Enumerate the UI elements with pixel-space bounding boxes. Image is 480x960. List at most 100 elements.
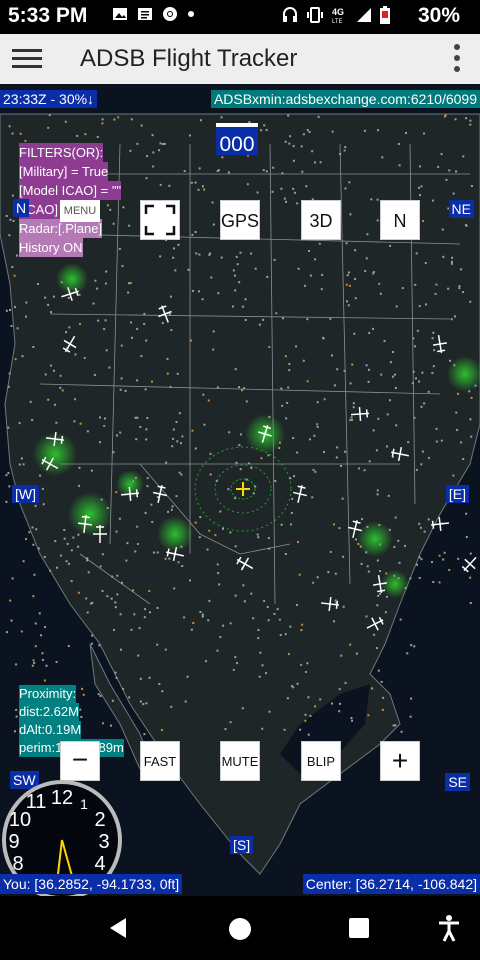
history-dot — [241, 305, 244, 308]
home-icon[interactable] — [228, 917, 252, 941]
history-dot — [172, 428, 175, 431]
history-dot — [285, 417, 288, 420]
history-dot — [387, 494, 390, 497]
history-dot — [470, 185, 473, 188]
menu-button[interactable]: MENU — [60, 200, 100, 222]
history-dot — [351, 419, 354, 422]
history-dot — [296, 451, 299, 454]
history-dot — [45, 664, 48, 667]
history-dot — [469, 300, 472, 303]
history-dot — [342, 555, 345, 558]
history-dot — [241, 707, 244, 710]
history-dot — [381, 156, 384, 159]
history-dot — [410, 697, 413, 700]
history-dot — [52, 295, 55, 298]
blip-button[interactable]: BLIP — [301, 741, 341, 781]
history-dot — [379, 592, 382, 595]
history-dot — [31, 664, 34, 667]
history-dot — [355, 652, 358, 655]
history-dot — [350, 416, 353, 419]
history-dot — [288, 369, 291, 372]
history-dot — [336, 446, 339, 449]
history-dot — [47, 126, 50, 129]
history-dot — [451, 256, 454, 259]
history-dot — [415, 252, 418, 255]
history-dot — [431, 199, 434, 202]
history-dot — [349, 643, 352, 646]
history-dot — [465, 117, 468, 120]
history-dot — [243, 600, 246, 603]
history-dot — [268, 345, 271, 348]
history-dot — [343, 149, 346, 152]
history-dot — [84, 133, 87, 136]
history-dot — [287, 114, 290, 117]
back-icon[interactable] — [106, 916, 130, 940]
history-dot — [432, 331, 435, 334]
history-dot — [150, 503, 153, 506]
history-dot — [309, 714, 312, 717]
system-icons: 4G LTE — [282, 6, 390, 24]
history-dot — [144, 511, 147, 514]
history-dot — [308, 438, 311, 441]
history-dot — [5, 474, 8, 477]
accessibility-icon[interactable] — [436, 914, 462, 942]
history-dot — [304, 719, 307, 722]
history-dot — [22, 560, 25, 563]
history-dot — [143, 322, 146, 325]
history-dot — [8, 234, 11, 237]
history-dot — [322, 337, 325, 340]
history-dot — [33, 661, 36, 664]
history-dot — [232, 668, 235, 671]
mute-button[interactable]: MUTE — [220, 741, 260, 781]
history-dot — [347, 271, 350, 274]
history-dot — [250, 592, 253, 595]
overflow-menu-icon[interactable] — [454, 44, 462, 74]
history-dot — [50, 311, 53, 314]
history-dot — [234, 545, 237, 548]
3d-button[interactable]: 3D — [301, 200, 341, 240]
north-button[interactable]: N — [380, 200, 420, 240]
history-dot — [145, 702, 148, 705]
history-dot — [385, 595, 388, 598]
history-dot — [304, 713, 307, 716]
history-dot — [377, 594, 380, 597]
compass-e: [E] — [445, 485, 469, 503]
zoom-out-button[interactable]: − — [60, 741, 100, 781]
history-dot — [392, 375, 395, 378]
history-dot — [406, 652, 409, 655]
history-dot — [330, 702, 333, 705]
vibrate-icon — [307, 7, 323, 23]
gps-button[interactable]: GPS — [220, 200, 260, 240]
fullscreen-button[interactable] — [140, 200, 180, 240]
history-dot — [86, 559, 89, 562]
history-dot — [261, 664, 264, 667]
history-dot — [289, 523, 292, 526]
history-dot — [456, 392, 459, 395]
recents-icon[interactable] — [348, 917, 370, 939]
history-dot — [163, 142, 166, 145]
history-dot — [415, 468, 418, 471]
proximity-line: Proximity: — [19, 685, 77, 703]
fast-button[interactable]: FAST — [140, 741, 180, 781]
history-dot — [9, 599, 12, 602]
history-dot — [136, 525, 139, 528]
history-dot — [309, 274, 312, 277]
history-dot — [344, 681, 347, 684]
history-dot — [9, 218, 12, 221]
history-dot — [433, 349, 436, 352]
history-dot — [32, 595, 35, 598]
history-dot — [450, 260, 453, 263]
hamburger-menu-icon[interactable] — [12, 45, 42, 73]
history-dot — [173, 587, 176, 590]
history-dot — [32, 543, 35, 546]
history-dot — [412, 370, 415, 373]
history-dot — [395, 305, 398, 308]
history-dot — [166, 372, 169, 375]
history-dot — [234, 289, 237, 292]
status-time: 5:33 PM — [8, 4, 88, 27]
history-dot — [238, 444, 241, 447]
history-dot — [61, 389, 64, 392]
zoom-in-button[interactable]: + — [380, 741, 420, 781]
history-dot — [460, 441, 463, 444]
history-dot — [272, 166, 275, 169]
